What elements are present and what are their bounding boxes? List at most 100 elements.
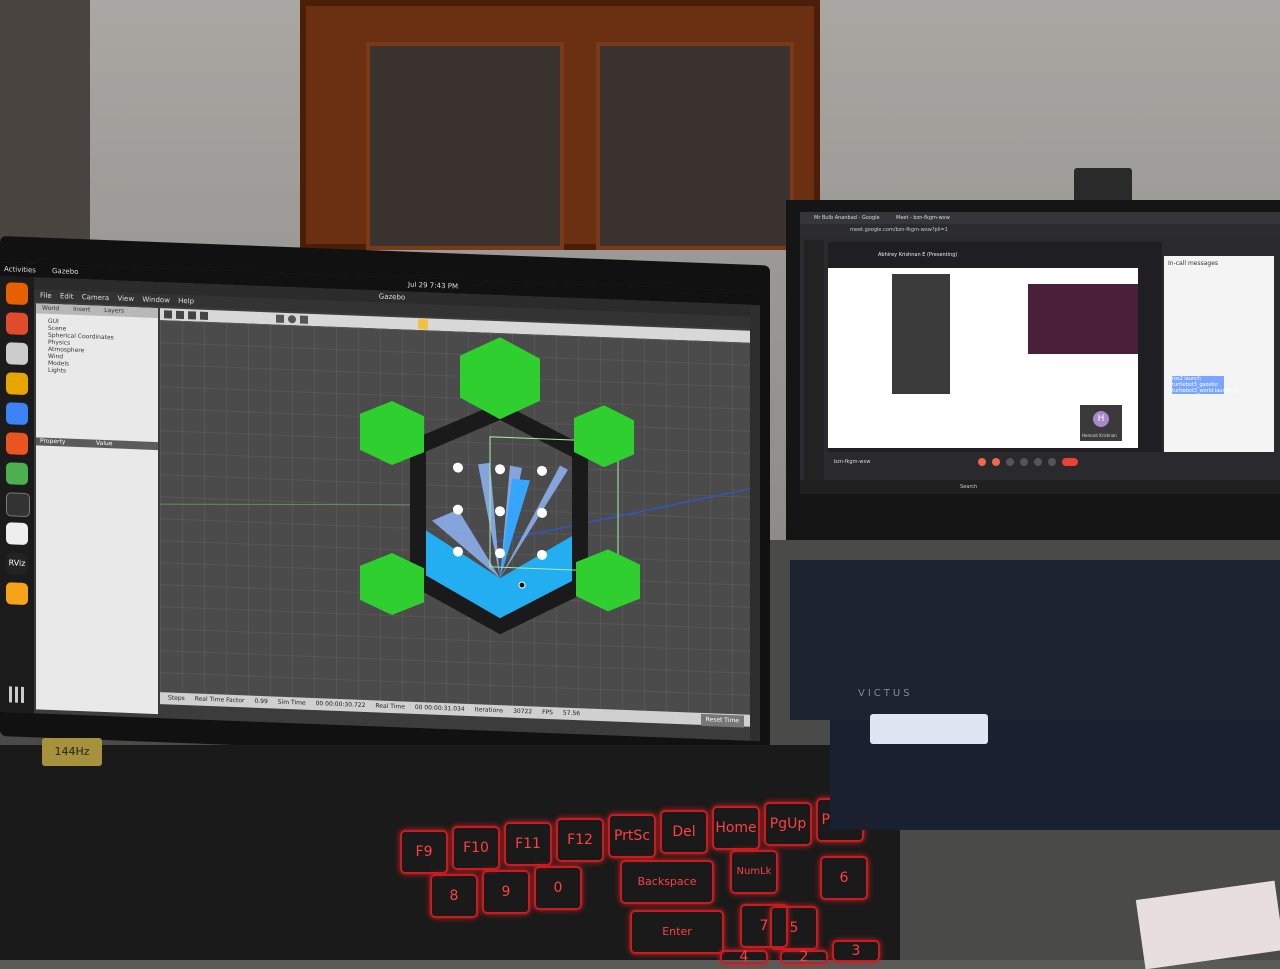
key-9[interactable]: 9 <box>482 870 530 914</box>
key-f10[interactable]: F10 <box>452 826 500 870</box>
key-del[interactable]: Del <box>660 810 708 854</box>
bookshelf <box>0 0 90 240</box>
more-options-icon[interactable] <box>1048 458 1056 466</box>
leave-call-icon[interactable] <box>1062 458 1078 466</box>
gazebo-icon[interactable] <box>6 582 28 606</box>
value-label: Value <box>96 439 113 448</box>
key-f9[interactable]: F9 <box>400 830 448 874</box>
app-menu[interactable]: Gazebo <box>52 267 78 276</box>
key-f11[interactable]: F11 <box>504 822 552 866</box>
reset-time-button[interactable]: Reset Time <box>700 713 744 728</box>
tab-insert[interactable]: Insert <box>67 305 96 316</box>
spreadsheet-icon[interactable] <box>6 462 28 486</box>
robot-wheel-marker <box>537 465 547 476</box>
rhythmbox-icon[interactable] <box>6 372 28 396</box>
steps-label[interactable]: Steps <box>168 692 185 705</box>
windows-taskbar: Search <box>800 480 1280 494</box>
chat-message-highlight[interactable]: ros2 launch turtlebot3_gazebo turtlebot3… <box>1172 376 1239 394</box>
clock[interactable]: Jul 29 7:43 PM <box>408 281 458 291</box>
box-shape-icon[interactable] <box>276 314 284 323</box>
laser-ray <box>489 488 750 544</box>
key-enter[interactable]: Enter <box>630 910 724 954</box>
ubuntu-dock: RViz <box>0 276 34 714</box>
menu-camera[interactable]: Camera <box>82 291 109 304</box>
key-3[interactable]: 3 <box>832 940 880 962</box>
url-text[interactable]: meet.google.com/bzn-fkgm-wxw?pli=1 <box>850 227 948 233</box>
windows-sidebar <box>804 240 824 480</box>
key-pgup[interactable]: PgUp <box>764 802 812 846</box>
firefox-icon[interactable] <box>6 282 28 306</box>
present-icon[interactable] <box>1020 458 1028 466</box>
brand-label: VICTUS <box>858 688 913 699</box>
software-icon[interactable] <box>6 432 28 456</box>
brave-icon[interactable] <box>6 312 28 336</box>
sphere-shape-icon[interactable] <box>288 315 296 324</box>
cabinet-glass-left <box>366 42 564 250</box>
real-time-value: 00 00:00:31.034 <box>414 703 465 713</box>
key-f12[interactable]: F12 <box>556 818 604 862</box>
browser-tab[interactable]: Mr Bulb Ananbad - Google <box>814 215 880 221</box>
key-numlk[interactable]: NumLk <box>730 850 778 894</box>
participant-name: Hemant Krishnan <box>1082 433 1117 438</box>
scale-tool-icon[interactable] <box>200 311 208 320</box>
menu-help[interactable]: Help <box>178 295 194 308</box>
key-2[interactable]: 2 <box>780 950 828 964</box>
editor-icon[interactable] <box>6 522 28 546</box>
key-backspace[interactable]: Backspace <box>620 860 714 904</box>
taskbar-search[interactable]: Search <box>960 484 977 490</box>
files-icon[interactable] <box>6 342 28 366</box>
shared-terminal <box>1028 284 1138 354</box>
terminal-icon[interactable] <box>6 492 30 518</box>
raise-hand-icon[interactable] <box>1034 458 1042 466</box>
menu-edit[interactable]: Edit <box>60 290 74 303</box>
tab-layers[interactable]: Layers <box>98 306 130 317</box>
menu-view[interactable]: View <box>117 293 134 306</box>
browser-tab-active[interactable]: Meet - bzn-fkgm-wxw <box>896 215 950 221</box>
iterations-value: 30722 <box>513 707 533 716</box>
key-prtsc[interactable]: PrtSc <box>608 814 656 858</box>
rviz-icon[interactable]: RViz <box>6 552 28 576</box>
iterations-label: Iterations <box>474 706 504 715</box>
rotate-tool-icon[interactable] <box>188 311 196 320</box>
robot-wheel-marker <box>495 464 505 475</box>
chat-panel: In-call messages ros2 launch turtlebot3_… <box>1164 256 1274 452</box>
menu-window[interactable]: Window <box>142 293 170 306</box>
key-home[interactable]: Home <box>712 806 760 850</box>
key-0[interactable]: 0 <box>534 866 582 910</box>
key-6[interactable]: 6 <box>820 856 868 900</box>
key-8[interactable]: 8 <box>430 874 478 918</box>
cylinder-shape-icon[interactable] <box>300 315 308 324</box>
panel-tabs: World Insert Layers <box>36 303 158 319</box>
tab-world[interactable]: World <box>36 303 65 314</box>
writer-icon[interactable] <box>6 402 28 426</box>
wooden-cabinet <box>300 0 820 250</box>
laptop-sticker <box>870 714 988 744</box>
select-tool-icon[interactable] <box>164 310 172 319</box>
scene-render <box>160 337 750 635</box>
camera-icon[interactable] <box>992 458 1000 466</box>
browser-tabbar: Mr Bulb Ananbad - Google Meet - bzn-fkgm… <box>800 212 1280 224</box>
apps-grid-icon[interactable] <box>9 686 25 703</box>
participant-avatar: H <box>1093 411 1109 427</box>
robot-wheel-marker <box>453 462 463 473</box>
tree-item[interactable]: Lights <box>48 367 114 377</box>
robot-wheel-marker <box>495 506 505 517</box>
participant-tile[interactable]: H Hemant Krishnan <box>1080 405 1122 441</box>
fps-value: 57.56 <box>562 709 581 718</box>
gazebo-window: Gazebo File Edit Camera View Window Help… <box>34 277 750 741</box>
translate-tool-icon[interactable] <box>176 310 184 320</box>
x-axis-line <box>160 503 411 506</box>
key-7[interactable]: 7 <box>740 904 788 948</box>
screenshot-icon[interactable] <box>418 319 428 330</box>
left-laptop-screen: Activities Gazebo Jul 29 7:43 PM RViz Ga… <box>0 262 760 742</box>
activities-button[interactable]: Activities <box>4 265 36 274</box>
3d-viewport[interactable] <box>160 320 750 715</box>
rtf-value: 0.99 <box>254 697 268 706</box>
captions-icon[interactable] <box>1006 458 1014 466</box>
address-bar[interactable]: meet.google.com/bzn-fkgm-wxw?pli=1 <box>800 224 1280 236</box>
mic-icon[interactable] <box>978 458 986 466</box>
shared-gazebo-view <box>892 274 950 394</box>
key-4[interactable]: 4 <box>720 950 768 964</box>
menu-file[interactable]: File <box>40 290 52 302</box>
chat-title: In-call messages <box>1168 260 1219 267</box>
